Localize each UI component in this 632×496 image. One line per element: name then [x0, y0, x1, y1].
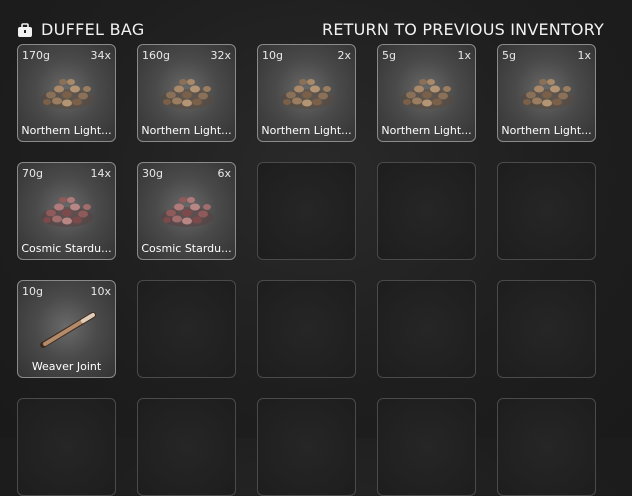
cannabis-buds-icon [41, 79, 93, 109]
cannabis-buds-icon [521, 79, 573, 109]
inventory-slot[interactable]: 30g 6x Cosmic Stardu... [137, 162, 236, 260]
item-count: 14x [90, 167, 111, 180]
item-name: Northern Light... [21, 124, 112, 137]
item-weight: 10g [22, 285, 43, 298]
cannabis-buds-icon [161, 79, 213, 109]
cannabis-buds-pink-icon [41, 197, 93, 227]
item-name: Northern Light... [501, 124, 592, 137]
empty-inventory-slot[interactable] [377, 162, 476, 260]
empty-inventory-slot[interactable] [257, 398, 356, 496]
inventory-slot[interactable]: 170g 34x Northern Light... [17, 44, 116, 142]
bag-title-label: DUFFEL BAG [41, 20, 145, 39]
return-to-previous-inventory-button[interactable]: RETURN TO PREVIOUS INVENTORY [322, 20, 604, 39]
inventory-grid: 170g 34x Northern Light... 160g 32x Nort… [17, 44, 596, 496]
inventory-slot[interactable]: 70g 14x Cosmic Stardu... [17, 162, 116, 260]
item-count: 1x [457, 49, 471, 62]
item-name: Cosmic Stardu... [21, 242, 112, 255]
empty-inventory-slot[interactable] [257, 280, 356, 378]
inventory-slot[interactable]: 5g 1x Northern Light... [497, 44, 596, 142]
item-name: Northern Light... [141, 124, 232, 137]
inventory-slot[interactable]: 10g 10x Weaver Joint [17, 280, 116, 378]
item-weight: 70g [22, 167, 43, 180]
item-weight: 170g [22, 49, 50, 62]
item-name: Cosmic Stardu... [141, 242, 232, 255]
item-count: 6x [217, 167, 231, 180]
item-weight: 5g [502, 49, 516, 62]
duffel-bag-icon [18, 22, 32, 37]
item-name: Northern Light... [261, 124, 352, 137]
item-weight: 30g [142, 167, 163, 180]
empty-inventory-slot[interactable] [497, 398, 596, 496]
cannabis-buds-icon [281, 79, 333, 109]
item-weight: 5g [382, 49, 396, 62]
inventory-slot[interactable]: 10g 2x Northern Light... [257, 44, 356, 142]
inventory-slot[interactable]: 160g 32x Northern Light... [137, 44, 236, 142]
bag-title: DUFFEL BAG [17, 20, 145, 39]
empty-inventory-slot[interactable] [497, 162, 596, 260]
item-count: 2x [337, 49, 351, 62]
cannabis-buds-pink-icon [161, 197, 213, 227]
joint-icon [40, 312, 96, 348]
empty-inventory-slot[interactable] [137, 398, 236, 496]
item-count: 32x [210, 49, 231, 62]
inventory-slot[interactable]: 5g 1x Northern Light... [377, 44, 476, 142]
empty-inventory-slot[interactable] [257, 162, 356, 260]
inventory-header: DUFFEL BAG RETURN TO PREVIOUS INVENTORY [0, 0, 632, 44]
empty-inventory-slot[interactable] [137, 280, 236, 378]
empty-inventory-slot[interactable] [497, 280, 596, 378]
empty-inventory-slot[interactable] [377, 398, 476, 496]
empty-inventory-slot[interactable] [17, 398, 116, 496]
item-weight: 10g [262, 49, 283, 62]
item-count: 34x [90, 49, 111, 62]
cannabis-buds-icon [401, 79, 453, 109]
item-count: 1x [577, 49, 591, 62]
item-name: Weaver Joint [31, 360, 102, 373]
empty-inventory-slot[interactable] [377, 280, 476, 378]
item-name: Northern Light... [381, 124, 472, 137]
item-weight: 160g [142, 49, 170, 62]
item-count: 10x [90, 285, 111, 298]
